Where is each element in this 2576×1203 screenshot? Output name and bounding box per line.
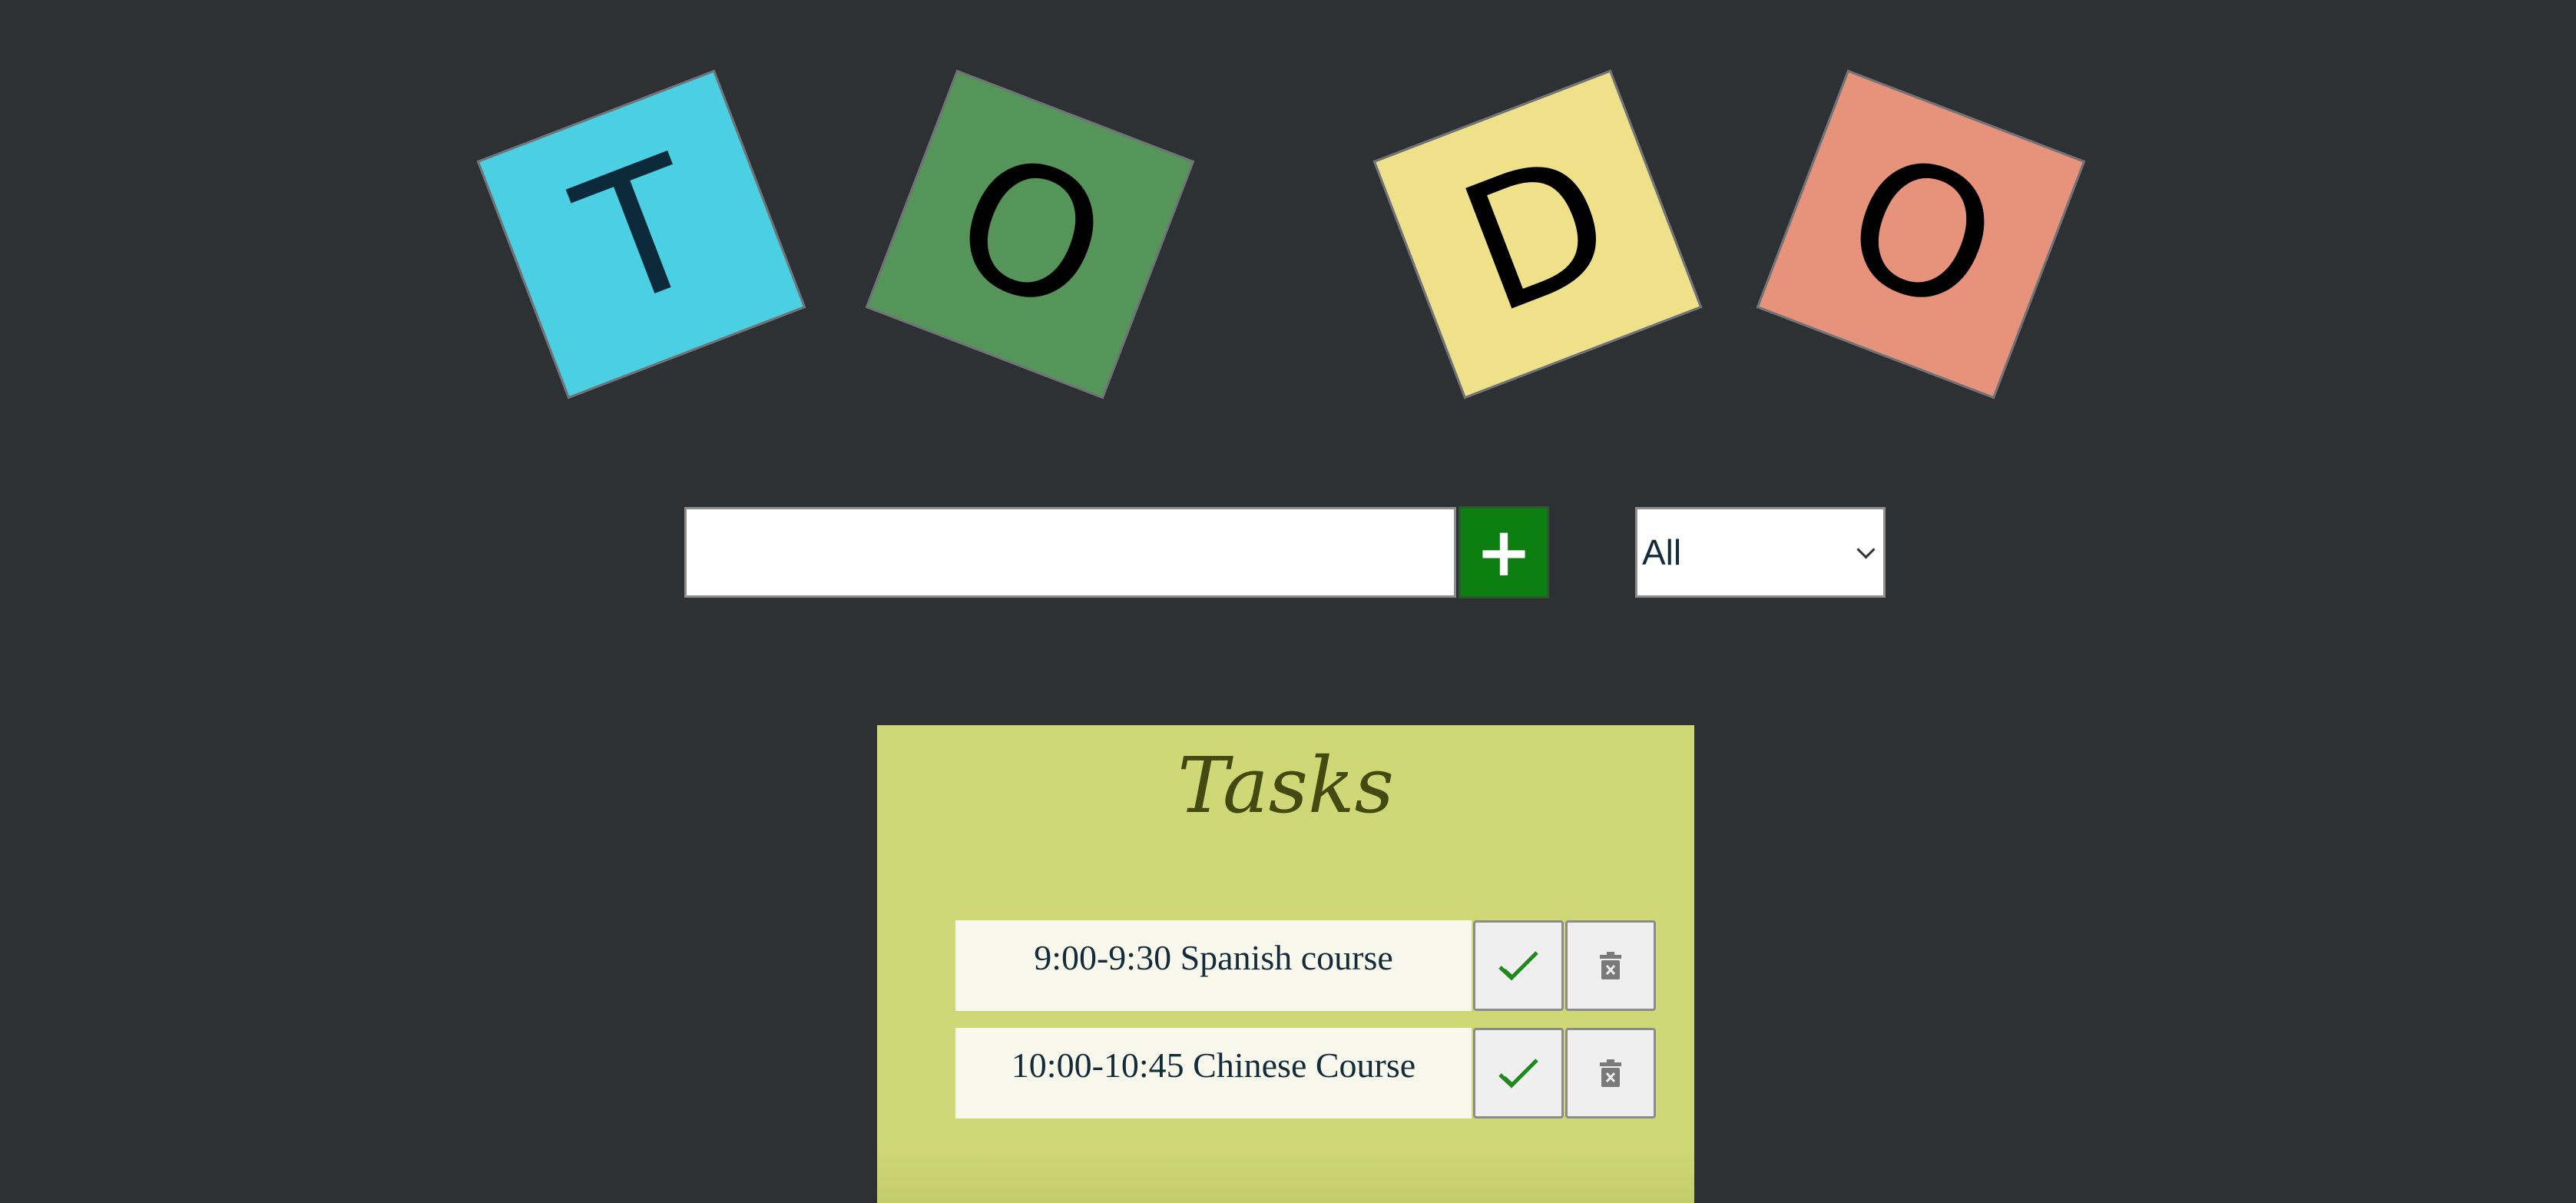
title-tile-letter: O (928, 113, 1132, 355)
task-text: 10:00-10:45 Chinese Course (955, 1028, 1472, 1118)
complete-task-button[interactable] (1473, 920, 1564, 1011)
title-tile-letter: O (1819, 113, 2023, 355)
chevron-down-icon (1856, 539, 1876, 559)
delete-task-button[interactable] (1565, 920, 1656, 1011)
task-text: 9:00-9:30 Spanish course (955, 920, 1472, 1011)
filter-selected-value: All (1642, 532, 1682, 572)
trash-icon (1600, 952, 1621, 979)
add-task-button[interactable]: + (1459, 506, 1549, 598)
tasks-title: Tasks (1177, 741, 1394, 830)
title-tile-d: D (1372, 69, 1703, 399)
task-row: 10:00-10:45 Chinese Course (955, 1028, 1657, 1118)
check-icon (1498, 1059, 1538, 1089)
complete-task-button[interactable] (1473, 1028, 1564, 1118)
new-task-input[interactable] (684, 507, 1456, 598)
title-tile-o: O (865, 69, 1195, 399)
title-tile-letter: T (554, 118, 729, 350)
task-row: 9:00-9:30 Spanish course (955, 920, 1657, 1011)
trash-icon (1600, 1059, 1621, 1087)
filter-select[interactable]: All (1635, 507, 1886, 598)
tasks-panel: Tasks 9:00-9:30 Spanish course 10:00-10:… (877, 725, 1694, 1203)
check-icon (1498, 951, 1538, 981)
title-tile-t: T (476, 69, 806, 399)
title-tile-o-2: O (1756, 69, 2086, 399)
delete-task-button[interactable] (1565, 1028, 1656, 1118)
title-tile-letter: D (1437, 114, 1638, 354)
